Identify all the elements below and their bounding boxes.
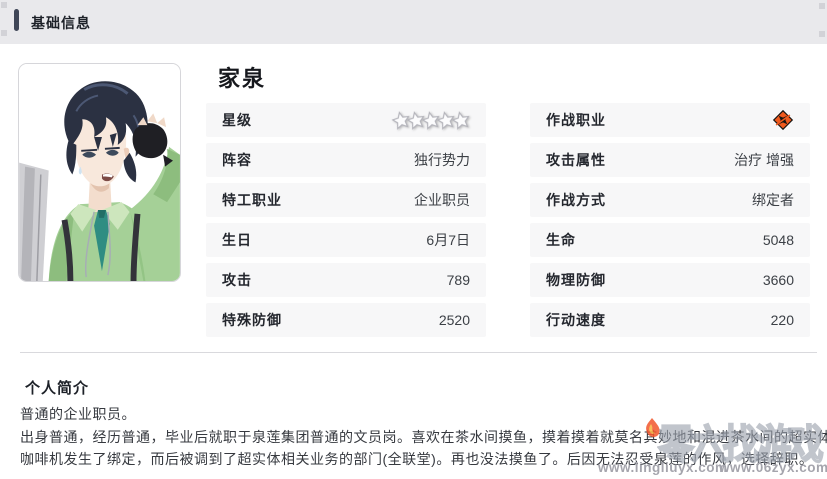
stat-row-physical-defense: 物理防御 3660 [530, 263, 810, 297]
stat-label: 作战职业 [546, 110, 606, 130]
stat-row-speed: 行动速度 220 [530, 303, 810, 337]
corner-handle [1, 2, 7, 8]
character-portrait[interactable] [18, 63, 181, 282]
stat-row-combat-style: 作战方式 绑定者 [530, 183, 810, 217]
stat-row-combat-class: 作战职业 [530, 103, 810, 137]
profile-line: 普通的企业职员。 [20, 403, 820, 426]
stat-value: 3660 [763, 272, 794, 288]
corner-handle [1, 30, 7, 36]
stat-value: 6月7日 [426, 230, 470, 250]
stat-label: 物理防御 [546, 270, 606, 290]
stat-value: 789 [447, 272, 470, 288]
profile-heading: 个人简介 [25, 377, 89, 398]
stat-label: 特殊防御 [222, 310, 282, 330]
corner-handle [819, 3, 825, 9]
header-accent-bar [14, 9, 19, 31]
stat-row-faction: 阵容 独行势力 [206, 143, 486, 177]
stat-value: 治疗 增强 [734, 150, 794, 170]
stats-column-right: 作战职业 攻击属性 治疗 增强 作战方式 绑定者 生命 5048 物理防御 36 [530, 103, 810, 343]
stats-column-left: 星级 阵容 独行势力 特工职业 企业职员 生日 6月7日 攻击 789 特殊防御… [206, 103, 486, 343]
stat-value: 5048 [763, 232, 794, 248]
stat-label: 生命 [546, 230, 576, 250]
support-class-icon [772, 109, 794, 131]
stat-row-special-defense: 特殊防御 2520 [206, 303, 486, 337]
watermark-flame-logo [640, 416, 664, 440]
watermark-url: www.06zyx.com [719, 460, 827, 475]
stat-row-birthday: 生日 6月7日 [206, 223, 486, 257]
stat-value: 2520 [439, 312, 470, 328]
section-title: 基础信息 [31, 13, 91, 33]
profile-line: 出身普通，经历普通，毕业后就职于泉莲集团普通的文员岗。喜欢在茶水间摸鱼，摸着摸着… [20, 426, 820, 449]
character-name: 家泉 [218, 61, 266, 93]
stat-row-attack-attribute: 攻击属性 治疗 增强 [530, 143, 810, 177]
stat-value: 独行势力 [414, 150, 470, 170]
stat-row-star-rating: 星级 [206, 103, 486, 137]
stat-label: 攻击属性 [546, 150, 606, 170]
stat-row-attack: 攻击 789 [206, 263, 486, 297]
stat-value: 绑定者 [752, 190, 794, 210]
star-icon [450, 109, 471, 130]
star-rating [395, 111, 470, 129]
section-header: 基础信息 [0, 0, 827, 44]
stat-row-hp: 生命 5048 [530, 223, 810, 257]
stat-label: 星级 [222, 110, 252, 130]
portrait-illustration [19, 64, 180, 281]
stat-row-agent-job: 特工职业 企业职员 [206, 183, 486, 217]
stat-label: 行动速度 [546, 310, 606, 330]
stat-label: 作战方式 [546, 190, 606, 210]
stat-label: 攻击 [222, 270, 252, 290]
corner-handle [819, 31, 825, 37]
watermark-url: www.lingliuyx.com [598, 460, 728, 475]
stat-value: 企业职员 [414, 190, 470, 210]
stat-label: 生日 [222, 230, 252, 250]
section-divider [20, 352, 817, 353]
stat-label: 特工职业 [222, 190, 282, 210]
stat-label: 阵容 [222, 150, 252, 170]
stat-value: 220 [771, 312, 794, 328]
